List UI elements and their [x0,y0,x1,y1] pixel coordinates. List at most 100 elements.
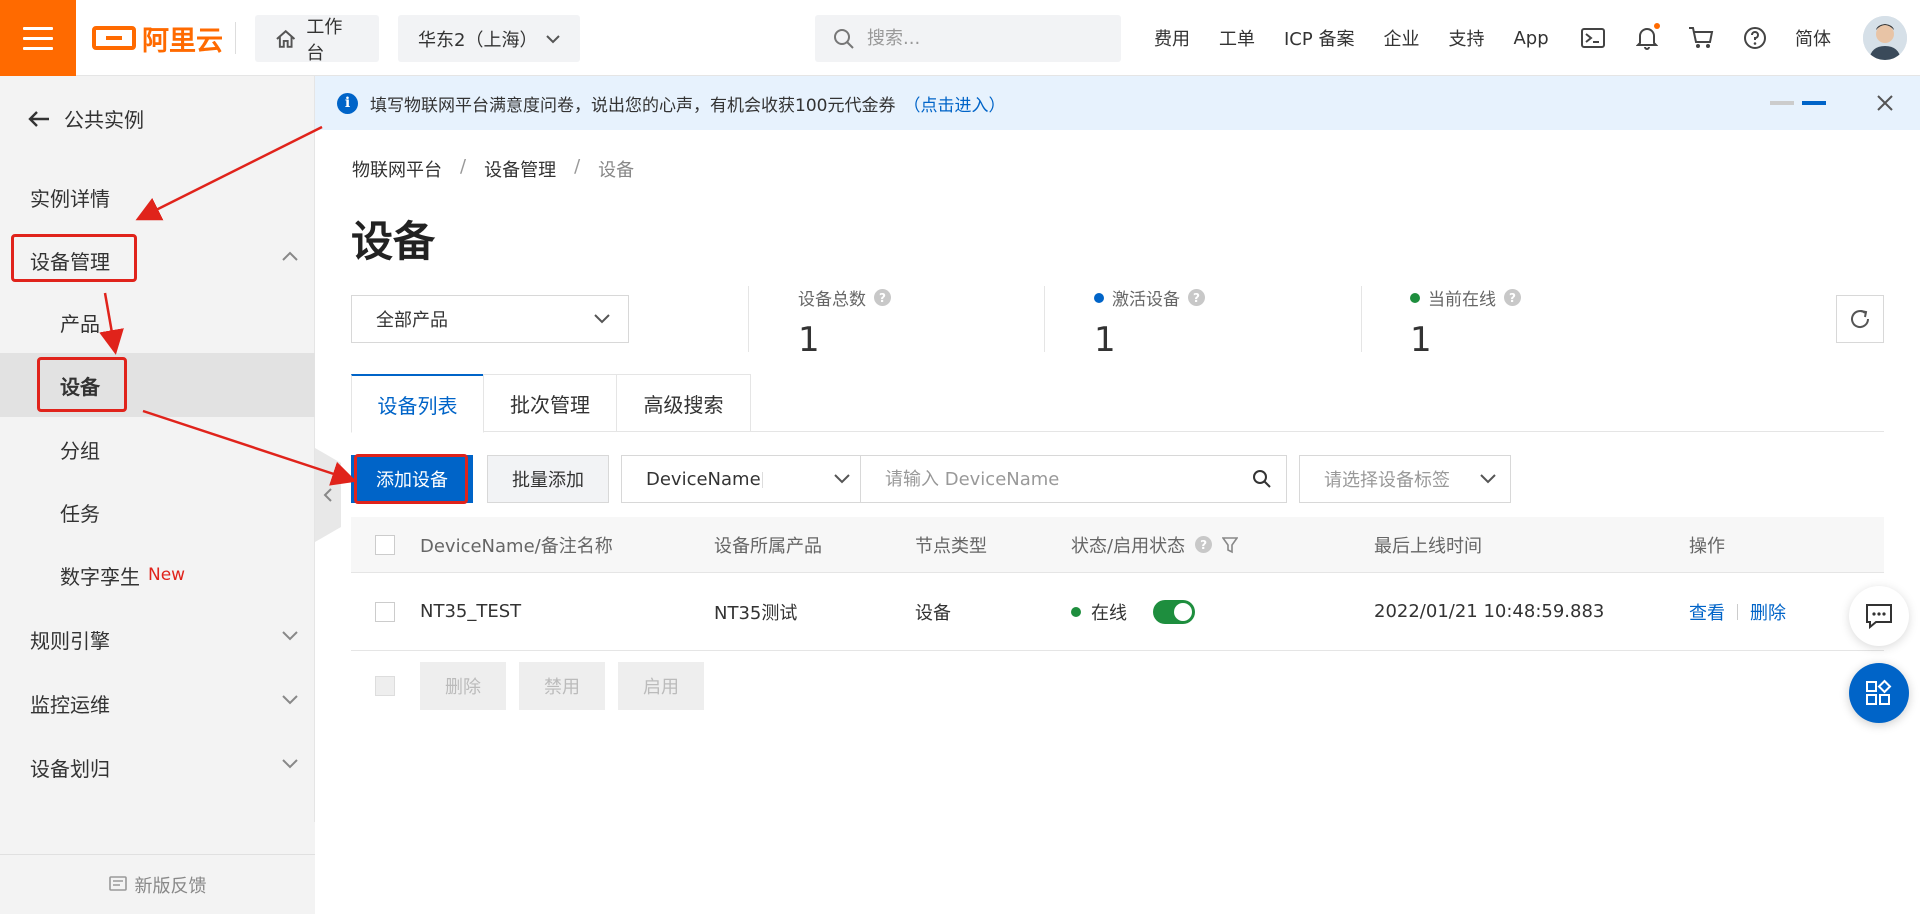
terminal-icon[interactable] [1579,24,1607,52]
back-label: 公共实例 [64,108,144,132]
breadcrumb-separator: / [574,156,581,177]
bulk-select-checkbox[interactable] [375,676,395,696]
nav-link-app[interactable]: App [1513,28,1548,49]
select-all-checkbox[interactable] [375,534,395,555]
tab-advanced-search[interactable]: 高级搜索 [616,374,751,432]
device-search-input[interactable] [885,468,1235,490]
sidebar-item-label: 设备划归 [30,756,110,781]
banner-link[interactable]: （点击进入） [903,91,1005,116]
search-field-select[interactable]: DeviceName [621,455,861,503]
chat-icon [1866,604,1892,629]
filter-icon[interactable] [1222,536,1239,554]
help-icon[interactable] [1741,24,1769,52]
batch-add-button[interactable]: 批量添加 [487,455,609,503]
sidebar-item-groups[interactable]: 分组 [0,417,315,481]
language-switch[interactable]: 简体 [1795,22,1831,54]
device-name: NT35_TEST [420,601,522,622]
sidebar-item-tasks[interactable]: 任务 [0,480,315,544]
sidebar-item-label: 数字孪生 [60,564,140,589]
feedback-button[interactable]: 新版反馈 [0,854,315,914]
divider [748,286,749,352]
divider [235,22,236,54]
device-search-field [861,455,1287,503]
table-header: DeviceName/备注名称 设备所属产品 节点类型 状态/启用状态 ? 最后… [351,517,1884,573]
tab-device-list[interactable]: 设备列表 [351,374,484,433]
divider [1361,286,1362,352]
delete-link[interactable]: 删除 [1750,599,1786,625]
tab-batch-management[interactable]: 批次管理 [483,374,617,432]
help-icon[interactable]: ? [1504,289,1521,306]
table-row: NT35_TEST NT35测试 设备 在线 2022/01/21 10:48:… [351,573,1884,651]
sidebar-collapse-handle[interactable] [315,448,341,542]
region-label: 华东2（上海） [418,29,538,51]
search-icon [834,28,854,49]
bell-icon[interactable] [1633,23,1661,52]
feedback-label: 新版反馈 [134,875,207,897]
column-header-name: DeviceName/备注名称 [420,535,613,557]
feedback-icon [108,875,127,891]
back-to-instances[interactable]: 公共实例 [28,104,144,133]
region-selector[interactable]: 华东2（上海） [398,15,580,62]
bulk-actions: 删除 禁用 启用 [351,662,704,710]
workbench-button[interactable]: 工作台 [255,15,379,64]
search-icon[interactable] [1252,469,1272,489]
new-badge: New [148,565,186,585]
sidebar-item-label: 分组 [60,438,100,463]
help-icon[interactable]: ? [1195,536,1213,553]
apps-button[interactable] [1849,663,1909,723]
help-icon[interactable]: ? [1188,289,1205,306]
nav-link-enterprise[interactable]: 企业 [1383,25,1419,51]
stat-label: 激活设备 [1112,290,1180,310]
cart-icon[interactable] [1687,24,1715,52]
search-field-value: DeviceName [646,468,761,490]
breadcrumb-device-management[interactable]: 设备管理 [484,156,556,182]
sidebar-item-device-management[interactable]: 设备管理 [0,228,315,292]
stat-value: 1 [798,320,820,360]
global-search-input[interactable] [867,28,1097,49]
sidebar-item-label: 任务 [60,501,100,526]
sidebar-item-rule-engine[interactable]: 规则引擎 [0,607,315,671]
bulk-enable-button[interactable]: 启用 [618,662,704,710]
home-icon [276,29,296,48]
chat-button[interactable] [1849,586,1909,646]
breadcrumb-iot-platform[interactable]: 物联网平台 [352,156,442,182]
chevron-up-icon [282,251,298,261]
banner-pager[interactable] [1770,101,1826,105]
bulk-disable-button[interactable]: 禁用 [519,662,605,710]
aliyun-logo[interactable]: 阿里云 [92,22,223,57]
status-dot [1410,292,1420,303]
column-header-status: 状态/启用状态 ? [1071,517,1239,572]
sidebar-item-instance-details[interactable]: 实例详情 [0,165,315,229]
sidebar-item-device-assignment[interactable]: 设备划归 [0,735,315,799]
enable-toggle[interactable] [1153,599,1195,624]
add-device-button[interactable]: 添加设备 [351,455,473,503]
product-filter-select[interactable]: 全部产品 [351,295,629,343]
row-checkbox[interactable] [375,601,395,622]
page-title: 设备 [351,217,436,266]
apps-icon [1866,679,1892,705]
nav-link-billing[interactable]: 费用 [1154,25,1190,51]
breadcrumb-current: 设备 [598,160,635,181]
view-link[interactable]: 查看 [1689,599,1725,625]
device-status: 在线 [1071,573,1195,650]
sidebar-item-digital-twin[interactable]: 数字孪生 New [0,543,315,607]
refresh-button[interactable] [1836,295,1884,343]
nav-link-icp[interactable]: ICP 备案 [1284,25,1354,51]
stat-value: 1 [1410,320,1432,360]
global-search[interactable] [815,15,1121,62]
device-tag-select[interactable]: 请选择设备标签 [1299,455,1511,503]
sidebar-item-products[interactable]: 产品 [0,290,315,354]
device-table: DeviceName/备注名称 设备所属产品 节点类型 状态/启用状态 ? 最后… [351,517,1884,651]
tag-select-placeholder: 请选择设备标签 [1324,470,1450,491]
help-icon[interactable]: ? [874,289,891,306]
status-label: 在线 [1091,602,1127,624]
nav-link-tickets[interactable]: 工单 [1219,25,1255,51]
avatar[interactable] [1863,16,1907,60]
divider [762,472,763,488]
sidebar-item-devices[interactable]: 设备 [0,353,315,417]
nav-link-support[interactable]: 支持 [1448,25,1484,51]
sidebar-item-monitoring[interactable]: 监控运维 [0,671,315,735]
close-icon[interactable] [1874,92,1896,114]
menu-icon[interactable] [0,0,76,76]
bulk-delete-button[interactable]: 删除 [420,662,506,710]
